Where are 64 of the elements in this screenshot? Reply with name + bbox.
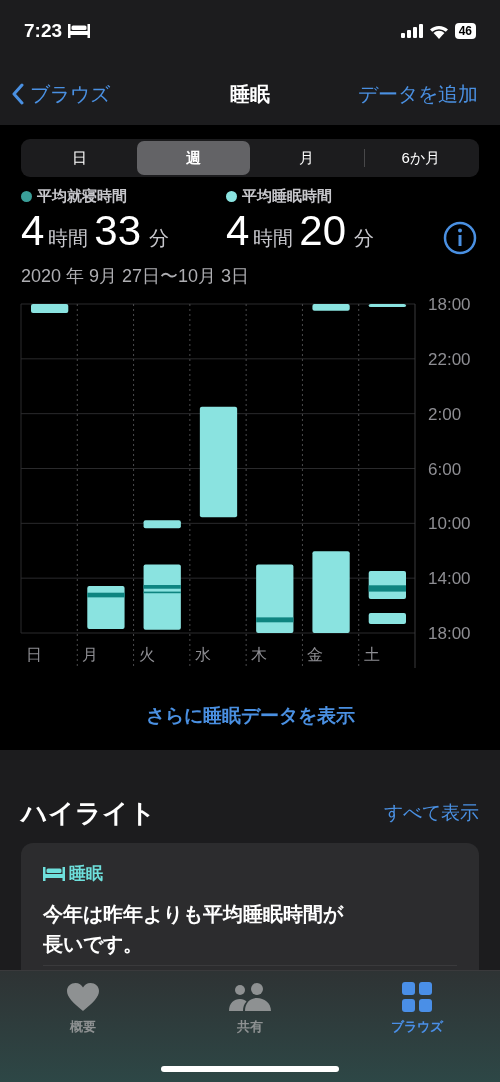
add-data-button[interactable]: データを追加 xyxy=(358,78,488,109)
more-sleep-data-link[interactable]: さらに睡眠データを表示 xyxy=(145,701,355,730)
bed-icon xyxy=(68,24,91,38)
day-label: 金 xyxy=(307,645,324,663)
back-button[interactable]: ブラウズ xyxy=(12,78,110,109)
highlight-card[interactable]: 睡眠 今年は昨年よりも平均睡眠時間が長いです。 xyxy=(21,843,479,970)
day-label: 月 xyxy=(82,645,99,663)
in-bed-band xyxy=(368,584,406,592)
sleep-bar xyxy=(368,303,406,307)
segment-tab[interactable]: 日 xyxy=(23,141,137,175)
in-bed-band xyxy=(87,592,125,597)
sleep-bar xyxy=(368,612,406,624)
sleep-bar xyxy=(312,303,350,311)
status-time: 7:23 xyxy=(24,18,63,43)
axis-label: 6:00 xyxy=(428,459,462,478)
sleep-bar xyxy=(143,519,181,528)
sleep-bar xyxy=(256,564,294,633)
bed-icon xyxy=(43,866,65,881)
stat-value: 33 xyxy=(94,207,142,254)
day-label: 土 xyxy=(363,645,380,663)
date-range: 2020 年 9月 27日〜10月 3日 xyxy=(21,264,251,288)
stat-unit: 時間 xyxy=(48,225,89,251)
axis-label: 18:00 xyxy=(428,623,471,643)
axis-label: 14:00 xyxy=(428,568,471,588)
segment-tab[interactable]: 週 xyxy=(136,141,250,175)
stat-unit: 分 xyxy=(149,225,170,251)
in-bed-band xyxy=(256,616,294,622)
day-label: 木 xyxy=(251,645,268,663)
show-all-link[interactable]: すべて表示 xyxy=(384,799,479,828)
sleep-bar xyxy=(87,585,125,629)
stat-value: 20 xyxy=(299,207,347,254)
axis-label: 10:00 xyxy=(428,513,471,533)
section-title: ハイライト xyxy=(21,797,156,830)
battery-indicator: 46 xyxy=(454,23,476,39)
segment-tab[interactable]: 月 xyxy=(250,141,364,175)
nav-title: 睡眠 xyxy=(230,81,270,107)
grid-icon xyxy=(401,982,432,1012)
stat-unit: 分 xyxy=(354,225,375,251)
highlight-text: 今年は昨年よりも平均睡眠時間が長いです。 xyxy=(43,901,345,957)
people-icon xyxy=(229,983,271,1011)
day-label: 日 xyxy=(26,645,42,663)
chevron-left-icon xyxy=(12,82,24,105)
stat-label: 平均睡眠時間 xyxy=(242,186,332,206)
axis-label: 22:00 xyxy=(428,349,471,369)
info-icon[interactable] xyxy=(443,220,477,255)
axis-label: 2:00 xyxy=(428,404,462,424)
signal-icon xyxy=(400,24,423,38)
tab-bar-item[interactable]: 共有 xyxy=(166,981,334,1037)
heart-icon xyxy=(67,983,100,1011)
wifi-icon xyxy=(428,23,449,39)
sleep-bar xyxy=(143,564,181,630)
card-category: 睡眠 xyxy=(69,863,103,885)
sleep-bar xyxy=(31,303,69,313)
day-label: 火 xyxy=(138,645,155,663)
segment-tab[interactable]: 6か月 xyxy=(364,141,477,175)
stat-label: 平均就寝時間 xyxy=(37,186,127,206)
tab-bar-item[interactable]: 概要 xyxy=(0,981,167,1037)
tab-bar-item[interactable]: ブラウズ xyxy=(333,981,500,1037)
stat-value: 4 xyxy=(226,207,250,254)
stat-value: 4 xyxy=(21,207,45,254)
day-label: 水 xyxy=(194,645,211,663)
stat-unit: 時間 xyxy=(253,225,294,251)
axis-label: 18:00 xyxy=(428,295,471,314)
in-bed-band xyxy=(143,584,181,589)
